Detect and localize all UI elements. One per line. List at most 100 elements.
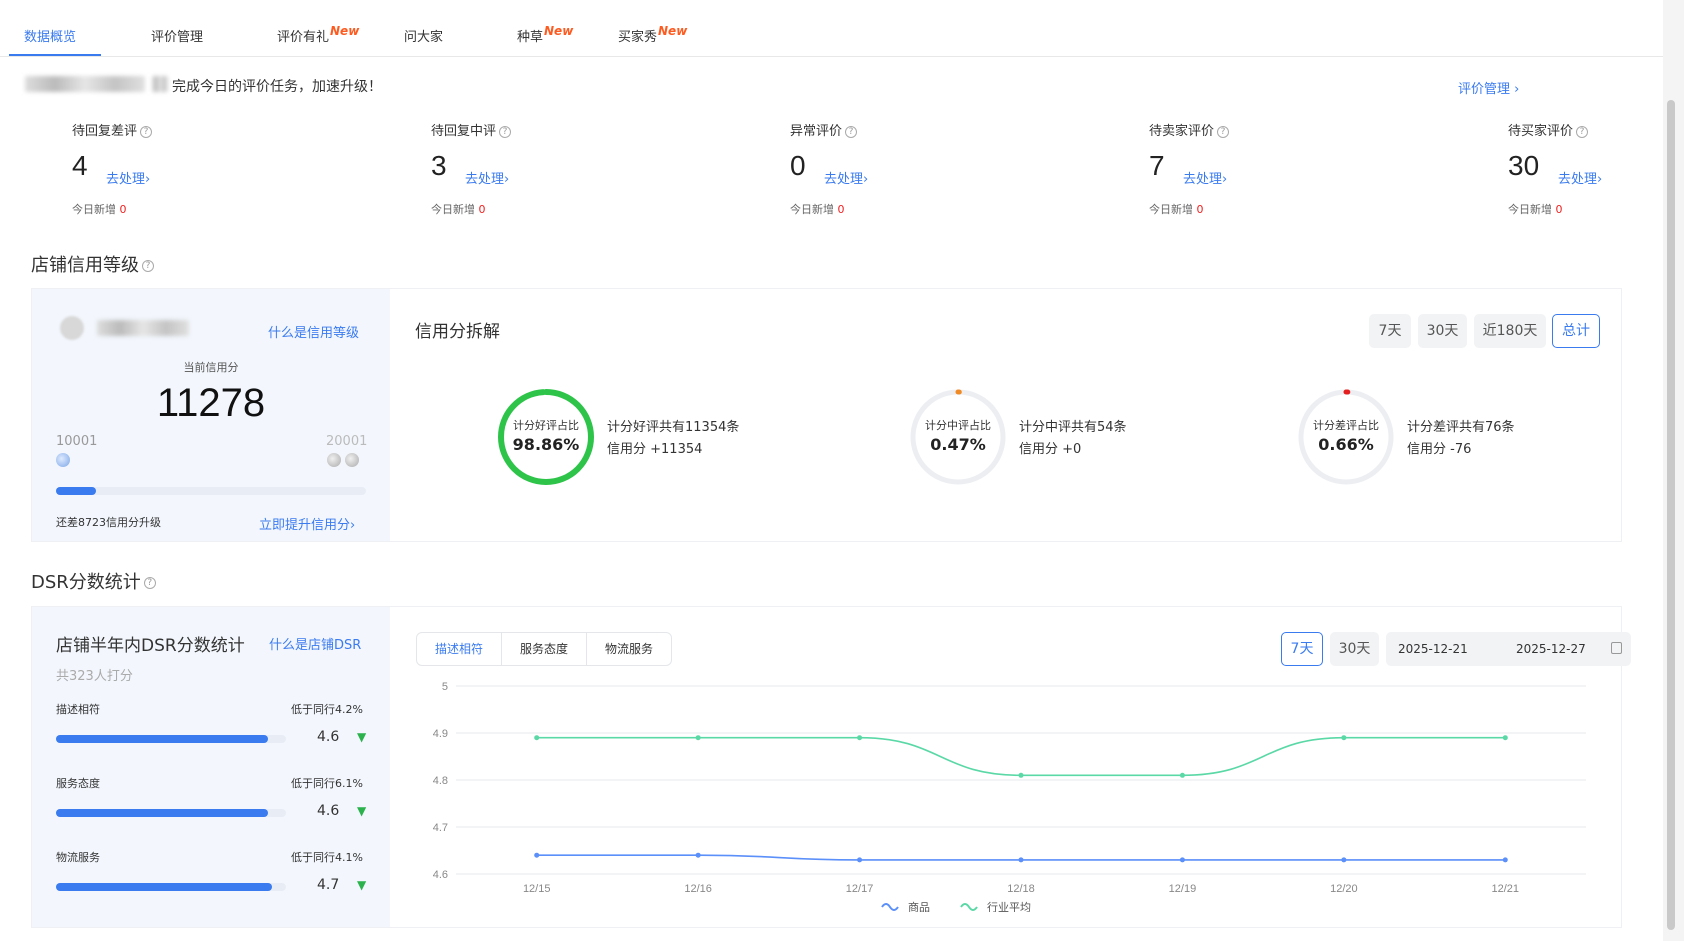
- dsr-bar-fill: [56, 809, 268, 817]
- stat-today: 今日新增 0: [790, 203, 845, 216]
- stat-action-link[interactable]: 去处理›: [824, 168, 868, 187]
- stat-action-link[interactable]: 去处理›: [1183, 168, 1227, 187]
- stat-value: 4: [72, 150, 88, 181]
- dsr-line-chart: 5 4.9 4.8 4.7 4.6 12/15 12/16 12/17 12/18 12/19 12…: [433, 681, 1586, 912]
- range-7d-button[interactable]: 7天: [1281, 632, 1323, 666]
- x-tick-label: 12/18: [1007, 883, 1035, 895]
- credit-progress-track: [56, 487, 366, 495]
- series-point: [857, 857, 863, 863]
- active-tab-indicator: [9, 54, 101, 56]
- calendar-icon[interactable]: [1611, 642, 1622, 654]
- help-icon[interactable]: ?: [499, 125, 512, 138]
- redacted-username: [97, 320, 189, 336]
- series-point: [1502, 735, 1508, 741]
- stat-today: 今日新增 0: [431, 203, 486, 216]
- stat-action-link[interactable]: 去处理›: [1558, 168, 1602, 187]
- series-point: [1341, 735, 1347, 741]
- x-tick-label: 12/15: [523, 883, 551, 895]
- ring-score-text: 信用分 +0: [1019, 442, 1082, 457]
- range-max: 20001: [326, 434, 368, 449]
- dsr-item-compare: 低于同行4.1%: [291, 851, 363, 864]
- date-range-picker[interactable]: 2025-12-21 2025-12-27: [1386, 632, 1631, 666]
- series-point: [1502, 857, 1508, 863]
- period-30d-button[interactable]: 30天: [1418, 314, 1467, 348]
- x-tick-label: 12/19: [1169, 883, 1197, 895]
- tab-review-manage[interactable]: 评价管理: [151, 26, 203, 45]
- breakdown-title: 信用分拆解: [415, 322, 500, 342]
- series-point: [534, 852, 540, 858]
- chart-tab-service[interactable]: 服务态度: [501, 632, 587, 666]
- range-30d-button[interactable]: 30天: [1330, 632, 1379, 666]
- legend-swatch: [960, 903, 978, 911]
- help-icon[interactable]: ?: [140, 125, 153, 138]
- next-level-badge-icon: [327, 453, 341, 467]
- tab-seeding[interactable]: 种草New: [517, 24, 573, 45]
- ring-percent: 0.47%: [930, 435, 986, 454]
- ring-score-text: 信用分 -76: [1407, 442, 1472, 457]
- rater-count: 共323人打分: [56, 669, 133, 684]
- what-is-dsr-link[interactable]: 什么是店铺DSR: [269, 634, 361, 653]
- y-tick-label: 4.9: [433, 728, 448, 740]
- stat-value: 0: [790, 150, 806, 181]
- ring-label: 计分好评占比: [513, 419, 579, 432]
- tab-buyer-show[interactable]: 买家秀New: [618, 24, 687, 45]
- new-badge: New: [330, 24, 360, 38]
- x-tick-label: 12/17: [846, 883, 874, 895]
- ring-label: 计分中评占比: [925, 419, 991, 432]
- period-180d-button[interactable]: 近180天: [1474, 314, 1546, 348]
- review-manage-link[interactable]: 评价管理 ›: [1458, 78, 1519, 97]
- down-arrow-icon: ▼: [357, 730, 367, 744]
- help-icon[interactable]: ?: [845, 125, 858, 138]
- series-point: [1018, 857, 1024, 863]
- current-credit-label: 当前信用分: [183, 361, 239, 374]
- help-icon[interactable]: ?: [143, 577, 156, 589]
- dsr-section-title: DSR分数统计?: [31, 568, 156, 594]
- credit-section-title: 店铺信用等级?: [31, 251, 154, 277]
- avatar: [60, 316, 84, 340]
- ring-percent: 98.86%: [512, 435, 580, 454]
- dsr-item-compare: 低于同行4.2%: [291, 703, 363, 716]
- dsr-item-score: 4.7: [317, 877, 340, 893]
- dsr-item-label: 描述相符: [56, 703, 100, 716]
- series-point: [1179, 857, 1185, 863]
- stat-action-link[interactable]: 去处理›: [106, 168, 150, 187]
- stat-label: 待卖家评价?: [1149, 120, 1230, 139]
- legend-swatch: [881, 903, 899, 911]
- dsr-bar-fill: [56, 735, 268, 743]
- x-tick-label: 12/16: [684, 883, 712, 895]
- dsr-bar-fill: [56, 883, 272, 891]
- tab-overview[interactable]: 数据概览: [24, 26, 76, 45]
- legend-label: 行业平均: [987, 901, 1031, 912]
- next-level-badge-icon: [345, 453, 359, 467]
- stat-action-link[interactable]: 去处理›: [465, 168, 509, 187]
- chart-tab-logistics[interactable]: 物流服务: [586, 632, 672, 666]
- ring-score-text: 信用分 +11354: [607, 442, 703, 457]
- x-tick-label: 12/21: [1492, 883, 1520, 895]
- tab-ask-everyone[interactable]: 问大家: [404, 26, 443, 45]
- period-7d-button[interactable]: 7天: [1369, 314, 1411, 348]
- y-tick-label: 4.6: [433, 869, 448, 881]
- improve-credit-link[interactable]: 立即提升信用分›: [259, 514, 355, 533]
- x-tick-label: 12/20: [1330, 883, 1358, 895]
- help-icon[interactable]: ?: [1576, 125, 1589, 138]
- dsr-item-compare: 低于同行6.1%: [291, 777, 363, 790]
- redacted-shop-name: [25, 76, 145, 92]
- stat-label: 待回复差评?: [72, 120, 153, 139]
- y-tick-label: 4.7: [433, 822, 448, 834]
- scrollbar-thumb[interactable]: [1667, 100, 1675, 930]
- tab-bar: 数据概览 评价管理 评价有礼New 问大家 种草New 买家秀New: [0, 0, 1663, 57]
- chart-tab-description[interactable]: 描述相符: [416, 632, 502, 666]
- credit-progress-fill: [56, 487, 96, 495]
- help-icon[interactable]: ?: [142, 260, 154, 272]
- help-icon[interactable]: ?: [1217, 125, 1230, 138]
- series-point: [1018, 772, 1024, 778]
- tab-review-gift[interactable]: 评价有礼New: [277, 24, 360, 45]
- stat-today: 今日新增 0: [1149, 203, 1204, 216]
- stat-today: 今日新增 0: [72, 203, 127, 216]
- series-point: [1341, 857, 1347, 863]
- period-total-button[interactable]: 总计: [1552, 314, 1600, 348]
- what-is-credit-link[interactable]: 什么是信用等级: [268, 322, 359, 341]
- down-arrow-icon: ▼: [357, 804, 367, 818]
- series-line: [536, 736, 1506, 777]
- level-badge-icon: [56, 453, 70, 467]
